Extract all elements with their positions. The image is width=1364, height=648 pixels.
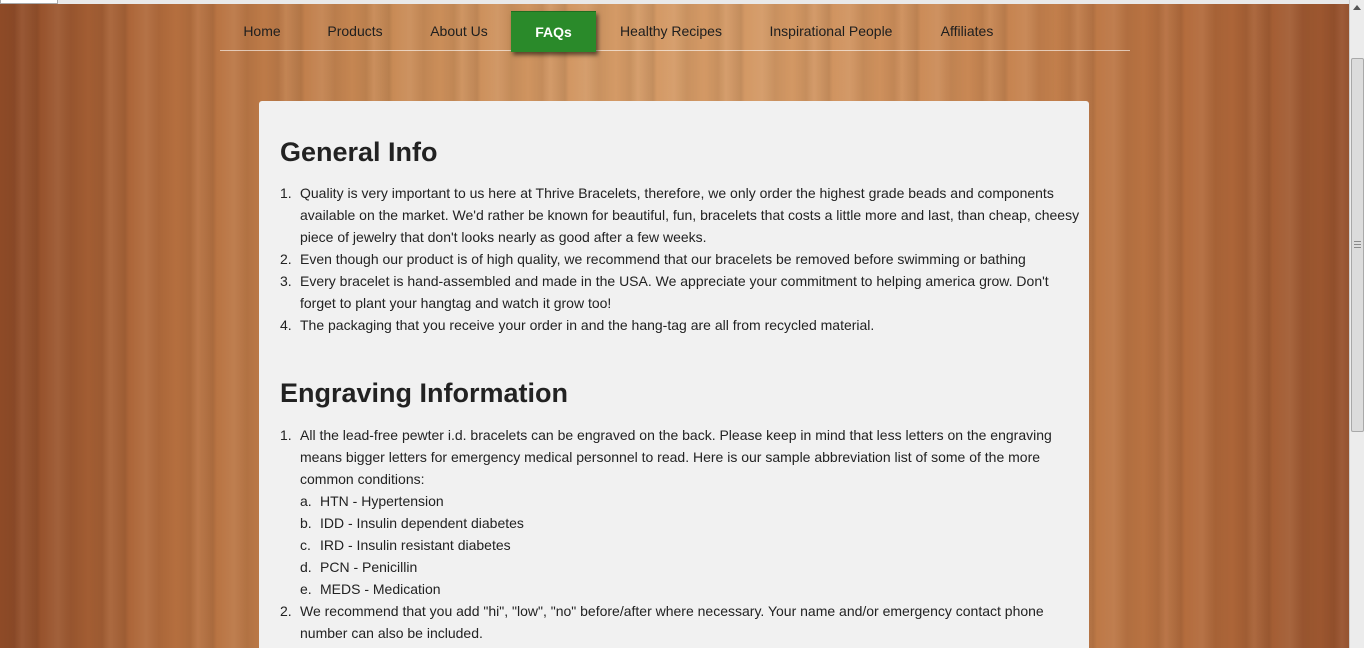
general-info-list: 1. Quality is very important to us here …: [280, 182, 1080, 336]
list-item: 3. Every bracelet is hand-assembled and …: [280, 270, 1080, 314]
list-item: 1. All the lead-free pewter i.d. bracele…: [280, 424, 1080, 600]
scroll-grip-icon: [1354, 241, 1361, 248]
abbreviation-item: d. PCN - Penicillin: [280, 556, 1080, 578]
abbreviation-letter: a.: [300, 493, 312, 509]
list-item-number: 2.: [280, 603, 292, 619]
abbreviation-item: a. HTN - Hypertension: [280, 490, 1080, 512]
abbreviation-item: c. IRD - Insulin resistant diabetes: [280, 534, 1080, 556]
list-item-text: The packaging that you receive your orde…: [300, 317, 875, 333]
abbreviation-list: a. HTN - Hypertension b. IDD - Insulin d…: [280, 490, 1080, 600]
scroll-thumb[interactable]: [1351, 58, 1364, 432]
list-item-number: 2.: [280, 251, 292, 267]
abbreviation-text: IDD - Insulin dependent diabetes: [320, 515, 524, 531]
general-info-heading: General Info: [280, 137, 438, 167]
list-item-number: 3.: [280, 273, 292, 289]
abbreviation-item: e. MEDS - Medication: [280, 578, 1080, 600]
nav-item-affiliates[interactable]: Affiliates: [928, 11, 1006, 51]
nav-item-products[interactable]: Products: [312, 11, 398, 51]
vertical-scrollbar[interactable]: [1349, 0, 1364, 648]
abbreviation-letter: b.: [300, 515, 312, 531]
abbreviation-text: IRD - Insulin resistant diabetes: [320, 537, 511, 553]
list-item: 1. Quality is very important to us here …: [280, 182, 1080, 248]
list-item-text: Even though our product is of high quali…: [300, 251, 1026, 267]
list-item-text: We recommend that you add "hi", "low", "…: [300, 603, 1044, 641]
engraving-info-heading: Engraving Information: [280, 378, 569, 408]
nav-item-inspirational-people[interactable]: Inspirational People: [758, 11, 904, 51]
list-item-number: 4.: [280, 317, 292, 333]
scroll-up-arrow-icon[interactable]: [1353, 5, 1361, 10]
faq-content-panel: General Info 1. Quality is very importan…: [259, 101, 1089, 648]
browser-top-edge: [0, 0, 1350, 4]
abbreviation-item: b. IDD - Insulin dependent diabetes: [280, 512, 1080, 534]
abbreviation-text: HTN - Hypertension: [320, 493, 444, 509]
browser-tab-stub: [0, 0, 58, 4]
abbreviation-letter: d.: [300, 559, 312, 575]
list-item-text: Quality is very important to us here at …: [300, 185, 1080, 245]
list-item-text: Every bracelet is hand-assembled and mad…: [300, 273, 1049, 311]
abbreviation-letter: c.: [300, 537, 311, 553]
list-item: 2. Even though our product is of high qu…: [280, 248, 1080, 270]
list-item-number: 1.: [280, 427, 292, 443]
list-item-number: 1.: [280, 185, 292, 201]
abbreviation-text: PCN - Penicillin: [320, 559, 418, 575]
main-nav: Home Products About Us FAQs Healthy Reci…: [220, 11, 1130, 52]
list-item-text: All the lead-free pewter i.d. bracelets …: [300, 427, 1052, 487]
abbreviation-letter: e.: [300, 581, 312, 597]
nav-item-faqs[interactable]: FAQs: [511, 11, 596, 52]
list-item: 4. The packaging that you receive your o…: [280, 314, 1080, 336]
engraving-info-list: 1. All the lead-free pewter i.d. bracele…: [280, 424, 1080, 644]
nav-item-healthy-recipes[interactable]: Healthy Recipes: [609, 11, 733, 51]
abbreviation-text: MEDS - Medication: [320, 581, 441, 597]
nav-item-home[interactable]: Home: [227, 11, 297, 51]
nav-item-about-us[interactable]: About Us: [417, 11, 501, 51]
list-item: 2. We recommend that you add "hi", "low"…: [280, 600, 1080, 644]
